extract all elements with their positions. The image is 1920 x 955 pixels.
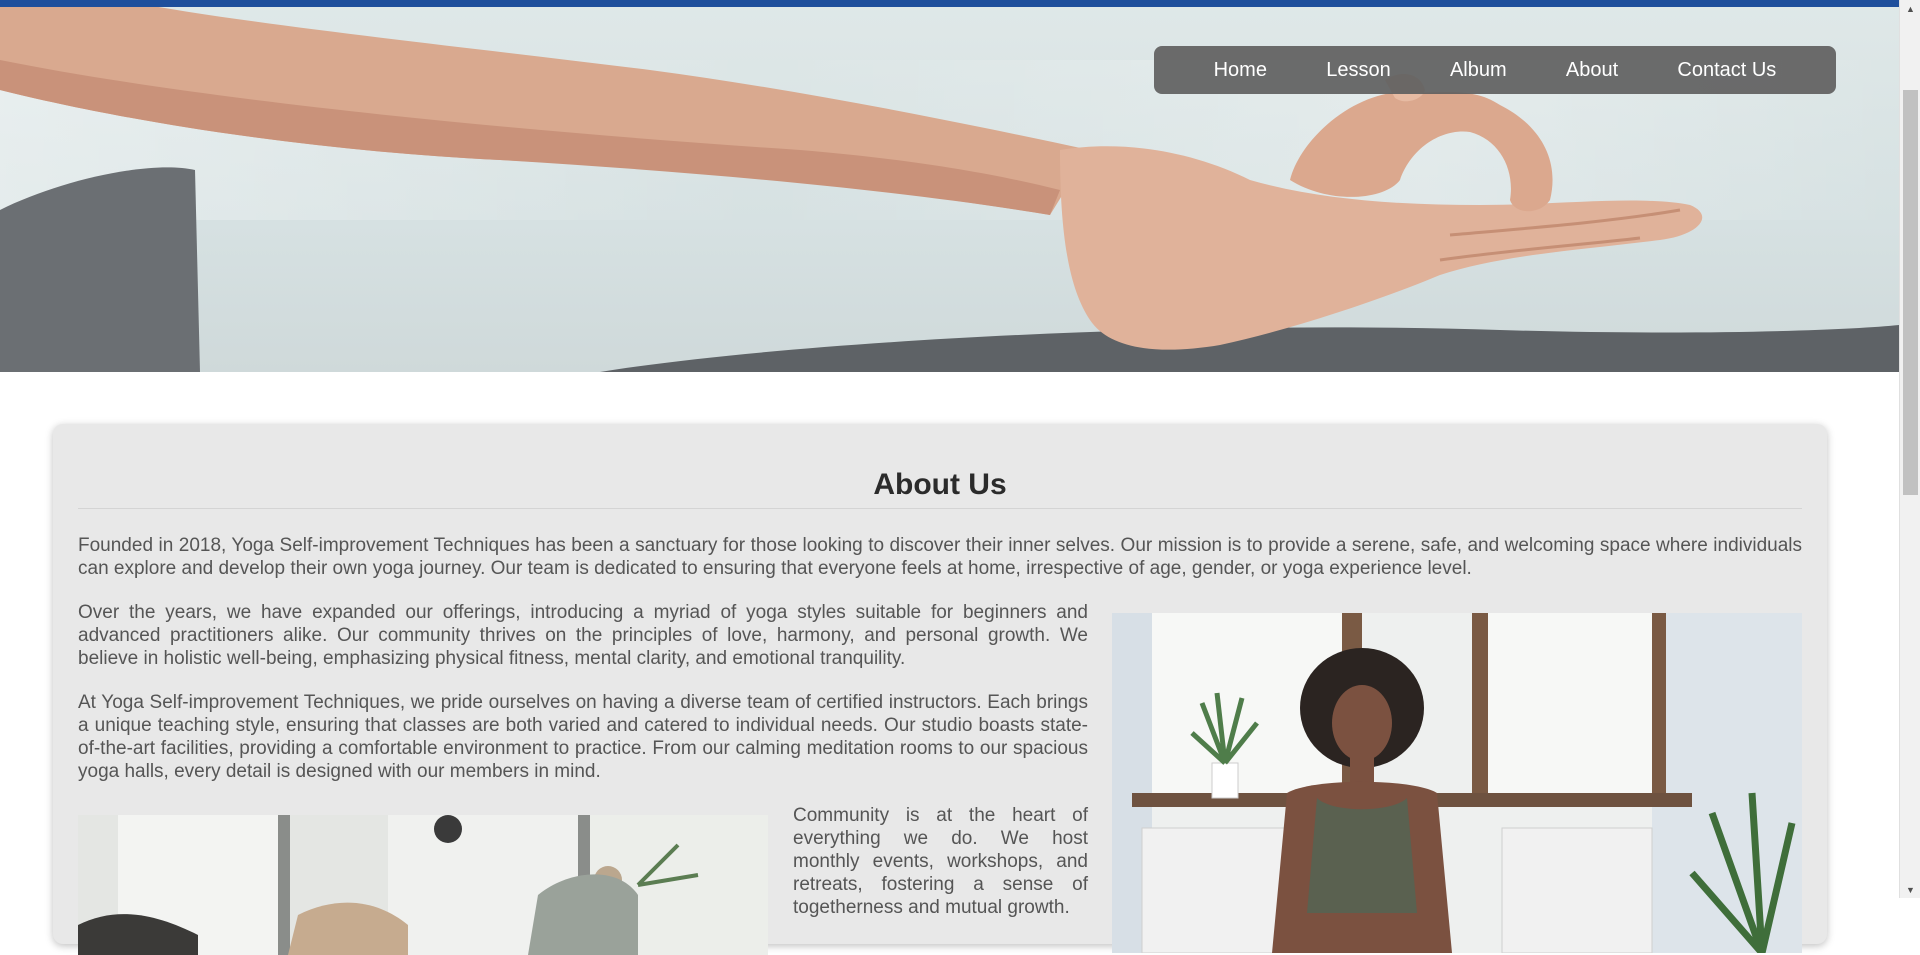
about-paragraph-instructors: At Yoga Self-improvement Techniques, we … [78,692,1088,782]
about-title: About Us [873,468,1007,501]
nav-about-link[interactable]: About [1566,59,1618,82]
about-section: About Us Founded in 2018, Yoga Self-impr… [53,424,1827,955]
nav-contact-link[interactable]: Contact Us [1677,59,1776,82]
nav-lesson-link[interactable]: Lesson [1326,59,1391,82]
top-accent-bar [0,0,1899,7]
meditating-woman-photo [1112,613,1802,953]
scroll-up-arrow-icon[interactable]: ▲ [1900,0,1920,17]
main-navigation: Home Lesson Album About Contact Us [1154,46,1836,94]
scrollbar-thumb[interactable] [1903,90,1918,495]
page-scrollbar[interactable]: ▲ ▼ [1899,0,1920,898]
nav-album-link[interactable]: Album [1450,59,1507,82]
about-paragraph-founding: Founded in 2018, Yoga Self-improvement T… [78,535,1802,579]
about-paragraph-offerings: Over the years, we have expanded our off… [78,602,1088,669]
group-yoga-class-photo [78,815,768,955]
about-paragraph-community: Community is at the heart of everything … [793,805,1088,918]
title-divider [78,508,1802,509]
nav-home-link[interactable]: Home [1214,59,1267,82]
scroll-down-arrow-icon[interactable]: ▼ [1900,881,1920,898]
